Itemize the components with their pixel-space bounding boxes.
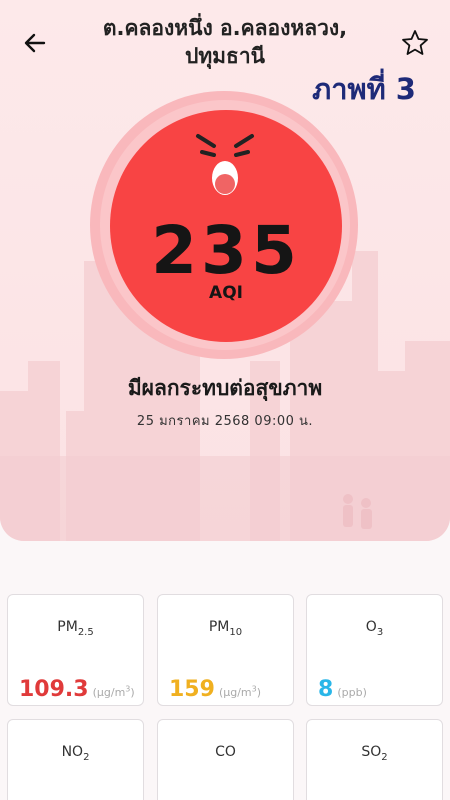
back-button[interactable]: [20, 28, 50, 58]
pollutant-value: 159 (µg/m3): [169, 677, 262, 702]
pollutant-name: CO: [215, 744, 236, 760]
pollutant-card-no2[interactable]: NO2: [7, 719, 144, 800]
pollutant-unit: (µg/m3): [218, 684, 262, 699]
pollutant-name: O3: [365, 619, 384, 638]
update-datetime: 25 มกราคม 2568 09:00 น.: [136, 414, 314, 429]
pollutant-unit: (µg/m3): [92, 684, 135, 699]
pollutant-name: PM10: [208, 619, 243, 638]
angry-face-icon: [196, 134, 254, 195]
pollutant-name: SO2: [361, 744, 388, 763]
aqi-unit-label: AQI: [209, 283, 243, 303]
aqi-value: 235: [151, 212, 301, 289]
star-outline-icon: [402, 30, 428, 55]
pollutant-value: 8 (ppb): [318, 677, 367, 702]
pollutant-value: 109.3 (µg/m3): [19, 677, 135, 702]
pollutant-card-pm25[interactable]: PM2.5 109.3 (µg/m3): [7, 594, 144, 706]
pollutant-card-pm10[interactable]: PM10 159 (µg/m3): [157, 594, 294, 706]
pollutant-name: PM2.5: [57, 619, 94, 638]
pollutant-unit: (ppb): [337, 686, 367, 699]
arrow-left-icon: [24, 33, 46, 53]
favorite-button[interactable]: [400, 28, 430, 58]
pollutant-name: NO2: [61, 744, 90, 763]
location-name-line1: ต.คลองหนึ่ง อ.คลองหลวง,: [102, 16, 348, 40]
pollutant-card-so2[interactable]: SO2: [306, 719, 443, 800]
pollutant-card-co[interactable]: CO: [157, 719, 294, 800]
aqi-status-text: มีผลกระทบต่อสุขภาพ: [127, 376, 323, 400]
pollutant-card-o3[interactable]: O3 8 (ppb): [306, 594, 443, 706]
figure-label-watermark: ภาพที่ 3: [312, 72, 416, 106]
